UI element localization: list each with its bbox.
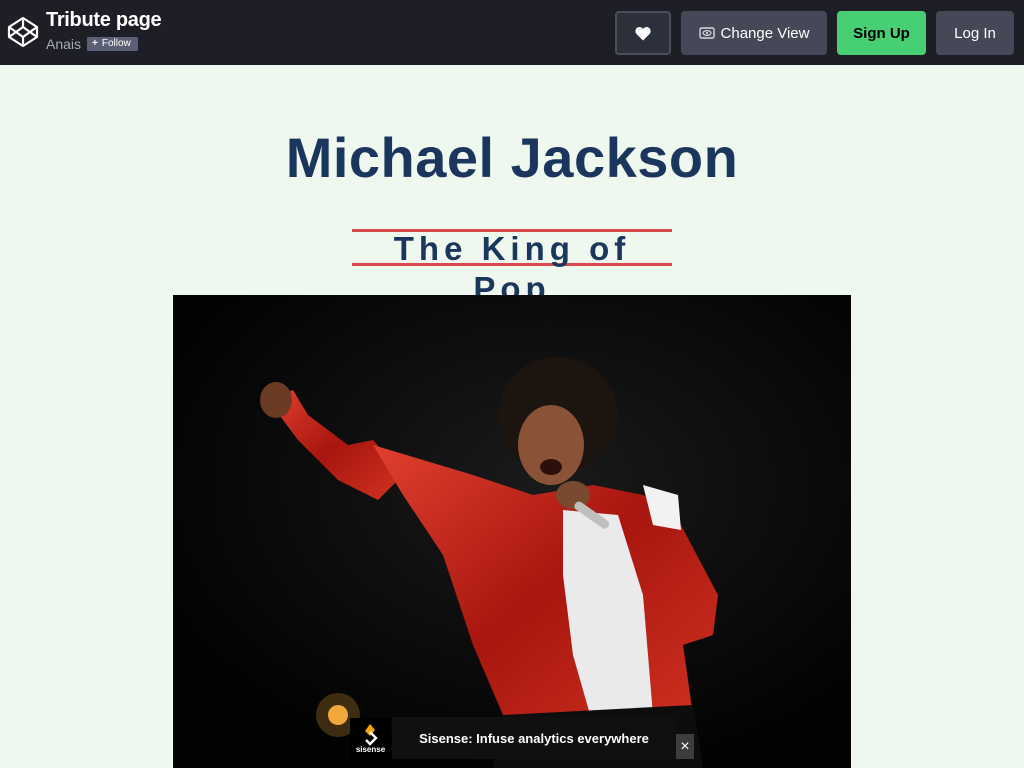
- ad-banner[interactable]: Sisense: Infuse analytics everywhere: [392, 717, 676, 759]
- eye-icon: [698, 27, 715, 39]
- pen-title[interactable]: Tribute page: [46, 9, 162, 32]
- follow-button[interactable]: + Follow: [87, 37, 138, 51]
- sign-up-button[interactable]: Sign Up: [837, 11, 926, 55]
- change-view-label: Change View: [720, 24, 810, 42]
- performer-illustration: [173, 295, 851, 768]
- ad-text: Sisense: Infuse analytics everywhere: [419, 730, 649, 746]
- page-title: Michael Jackson: [285, 126, 739, 189]
- follow-label: Follow: [101, 38, 131, 49]
- heart-icon: [635, 26, 651, 40]
- top-bar: Tribute page Anais + Follow Change View S…: [0, 0, 1024, 65]
- log-in-button[interactable]: Log In: [936, 11, 1014, 55]
- tribute-photo: [173, 295, 851, 768]
- author-name[interactable]: Anais: [46, 36, 81, 52]
- ad-brand-name: sisense: [356, 745, 386, 754]
- plus-icon: +: [92, 38, 98, 49]
- close-icon[interactable]: ×: [676, 734, 694, 759]
- codepen-logo-icon[interactable]: [7, 16, 39, 48]
- change-view-button[interactable]: Change View: [681, 11, 827, 55]
- love-button[interactable]: [615, 11, 671, 55]
- sisense-logo-icon: sisense: [356, 724, 386, 754]
- ad-brand-logo[interactable]: sisense: [350, 718, 391, 760]
